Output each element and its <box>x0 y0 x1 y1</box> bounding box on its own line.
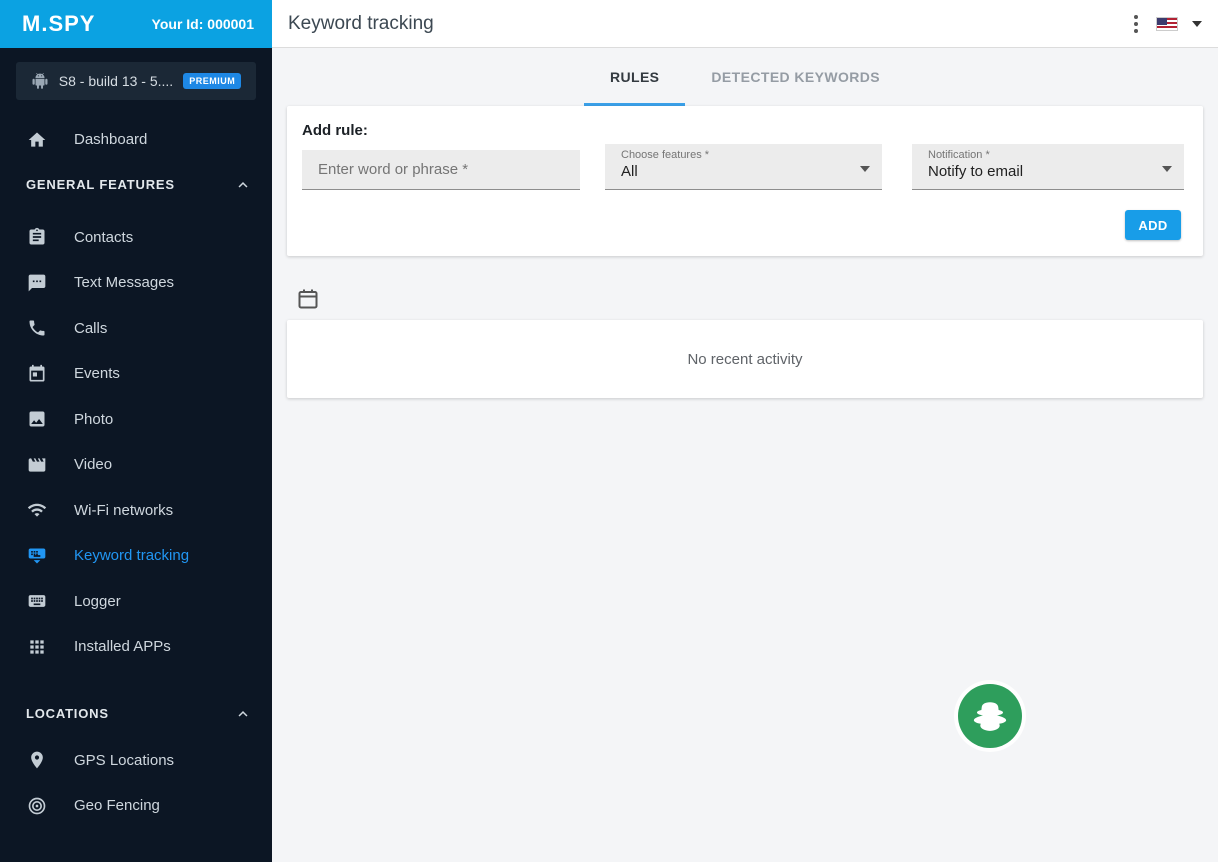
sidebar-item-label: Calls <box>74 319 108 337</box>
gps-pin-icon <box>26 750 48 770</box>
wifi-icon <box>26 500 48 520</box>
video-icon <box>26 455 48 475</box>
kebab-menu-icon[interactable] <box>1130 11 1142 37</box>
photo-icon <box>26 409 48 429</box>
section-label: LOCATIONS <box>26 706 109 721</box>
sidebar-item-wi-fi-networks[interactable]: Wi-Fi networks <box>0 488 272 534</box>
sidebar-item-label: Keyword tracking <box>74 547 190 565</box>
empty-activity-text: No recent activity <box>687 350 803 368</box>
brand-logo: M.SPY <box>22 11 96 36</box>
sidebar-item-installed-apps[interactable]: Installed APPs <box>0 624 272 670</box>
spy-logo-widget[interactable] <box>958 684 1022 748</box>
sidebar-item-logger[interactable]: Logger <box>0 579 272 625</box>
add-rule-fields: Choose features * All Notification * Not… <box>302 144 1185 190</box>
apps-grid-icon <box>26 637 48 657</box>
calls-icon <box>26 318 48 338</box>
sidebar-item-label: Geo Fencing <box>74 797 160 815</box>
device-name: S8 - build 13 - 5.... <box>58 73 174 89</box>
calendar-icon[interactable] <box>296 287 320 311</box>
sidebar-item-geo-fencing[interactable]: Geo Fencing <box>0 783 272 829</box>
sidebar-item-text-messages[interactable]: Text Messages <box>0 260 272 306</box>
sidebar-item-video[interactable]: Video <box>0 442 272 488</box>
chevron-down-icon <box>860 166 870 172</box>
sidebar-item-label: Video <box>74 456 113 474</box>
sidebar-nav: Dashboard GENERAL FEATURES Contacts Text Me… <box>0 100 272 862</box>
sidebar: M.SPY Your Id: 000001 S8 - build 13 - 5.… <box>0 0 272 862</box>
features-select-value: All <box>621 163 638 180</box>
sidebar-item-dashboard[interactable]: Dashboard <box>0 117 272 163</box>
chevron-up-icon <box>234 705 252 723</box>
add-rule-card: Add rule: Choose features * All Notifica… <box>287 106 1203 256</box>
topbar: Keyword tracking <box>272 0 1218 48</box>
sidebar-item-label: Dashboard <box>74 131 148 149</box>
activity-card: No recent activity <box>287 320 1203 398</box>
section-label: GENERAL FEATURES <box>26 177 175 192</box>
device-selector[interactable]: S8 - build 13 - 5.... PREMIUM <box>16 62 256 100</box>
main-area: Keyword tracking RULES DETECTED KEYWORDS… <box>272 0 1218 862</box>
android-icon <box>31 72 49 90</box>
sidebar-item-label: Logger <box>74 592 121 610</box>
sidebar-item-label: Wi-Fi networks <box>74 501 174 519</box>
chevron-up-icon <box>234 176 252 194</box>
sidebar-item-label: GPS Locations <box>74 751 175 769</box>
sidebar-item-photo[interactable]: Photo <box>0 397 272 443</box>
sidebar-header: M.SPY Your Id: 000001 <box>0 0 272 48</box>
sidebar-item-contacts[interactable]: Contacts <box>0 215 272 261</box>
chevron-down-icon <box>1162 166 1172 172</box>
sidebar-item-gps-locations[interactable]: GPS Locations <box>0 738 272 784</box>
page-title: Keyword tracking <box>288 12 434 34</box>
geo-fencing-icon <box>26 796 48 816</box>
sidebar-item-events[interactable]: Events <box>0 351 272 397</box>
keyword-input[interactable] <box>302 150 580 190</box>
sidebar-item-label: Contacts <box>74 228 134 246</box>
tab-rules[interactable]: RULES <box>583 48 686 106</box>
notification-select[interactable]: Notification * Notify to email <box>912 144 1184 190</box>
features-select[interactable]: Choose features * All <box>605 144 882 190</box>
features-select-label: Choose features * <box>621 149 710 161</box>
sidebar-item-label: Text Messages <box>74 274 175 292</box>
sidebar-item-label: Photo <box>74 410 114 428</box>
events-icon <box>26 364 48 384</box>
keyboard-hide-icon <box>26 546 48 566</box>
text-messages-icon <box>26 273 48 293</box>
sidebar-item-calls[interactable]: Calls <box>0 306 272 352</box>
contacts-icon <box>26 227 48 247</box>
tab-detected-keywords[interactable]: DETECTED KEYWORDS <box>685 48 906 106</box>
notification-select-value: Notify to email <box>928 163 1024 180</box>
sidebar-item-label: Events <box>74 365 120 383</box>
keyboard-icon <box>26 591 48 611</box>
sidebar-item-label: Installed APPs <box>74 638 171 656</box>
add-rule-title: Add rule: <box>302 122 368 139</box>
sidebar-item-keyword-tracking[interactable]: Keyword tracking <box>0 533 272 579</box>
tab-bar: RULES DETECTED KEYWORDS <box>272 48 1218 106</box>
sidebar-section-locations[interactable]: LOCATIONS <box>0 696 272 732</box>
premium-badge: PREMIUM <box>183 73 242 89</box>
topbar-actions <box>1130 11 1202 37</box>
caret-down-icon[interactable] <box>1192 20 1202 27</box>
us-flag-icon[interactable] <box>1156 16 1178 31</box>
home-icon <box>26 130 48 150</box>
sidebar-section-social-networks[interactable]: SOCIAL NETWORKS <box>0 855 272 862</box>
add-button[interactable]: ADD <box>1125 210 1181 240</box>
spy-logo-icon <box>968 694 1012 738</box>
notification-select-label: Notification * <box>928 149 990 161</box>
sidebar-section-general-features[interactable]: GENERAL FEATURES <box>0 167 272 203</box>
user-id-label: Your Id: 000001 <box>151 16 254 32</box>
